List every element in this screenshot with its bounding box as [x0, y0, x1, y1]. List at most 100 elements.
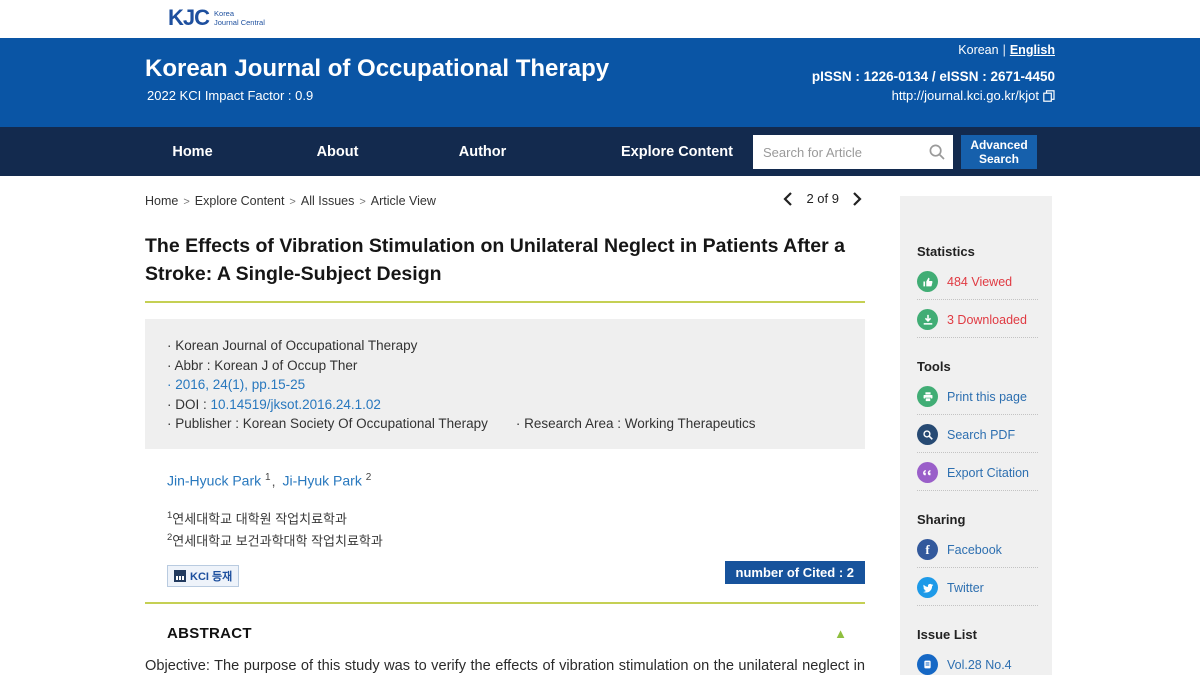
viewed-count-label: 484 Viewed [947, 275, 1012, 289]
downloaded-stat[interactable]: 3 Downloaded [917, 306, 1038, 338]
prev-article-icon[interactable] [783, 192, 793, 206]
affiliation-list: 1연세대학교 대학원 작업치료학과 2연세대학교 보건과학대학 작업치료학과 [145, 506, 865, 551]
article-pager: 2 of 9 [783, 191, 862, 206]
breadcrumb-article-view: Article View [371, 194, 436, 208]
breadcrumb-separator: > [359, 196, 365, 208]
right-sidebar: Statistics 484 Viewed 3 Downloaded Tools [900, 196, 1052, 675]
author-link[interactable]: Ji-Hyuk Park [282, 473, 361, 489]
article-title: The Effects of Vibration Stimulation on … [145, 233, 865, 288]
kci-badge-icon [174, 570, 186, 582]
nav-item-explore-content[interactable]: Explore Content [577, 144, 777, 160]
tools-section: Tools Print this page Search PDF [917, 359, 1052, 491]
page: KJC Korea Journal Central Korean Journal… [0, 0, 1200, 675]
affiliation-text: 연세대학교 보건과학대학 작업치료학과 [172, 533, 383, 548]
nav-item-author[interactable]: Author [410, 144, 555, 160]
issue-list-heading: Issue List [917, 627, 1052, 642]
sharing-heading: Sharing [917, 512, 1052, 527]
journal-icon [917, 654, 938, 675]
affiliation-text: 연세대학교 대학원 작업치료학과 [172, 511, 347, 526]
meta-doi-link[interactable]: 10.14519/jksot.2016.24.1.02 [211, 397, 381, 412]
issue-vol28-no4[interactable]: Vol.28 No.4 [917, 651, 1038, 675]
twitter-icon [917, 577, 938, 598]
badge-row: KCI 등재 number of Cited : 2 [145, 565, 865, 589]
issn-text: pISSN : 1226-0134 / eISSN : 2671-4450 [812, 69, 1055, 84]
pager-label: 2 of 9 [806, 191, 839, 206]
meta-research-area: · Research Area : Working Therapeutics [516, 416, 756, 431]
divider [145, 602, 865, 604]
meta-doi-row: · DOI : 10.14519/jksot.2016.24.1.02 [167, 395, 843, 415]
journal-header: Korean Journal of Occupational Therapy 2… [0, 38, 1200, 127]
kci-badge-label: KCI 등재 [190, 568, 232, 584]
number-of-cited-badge[interactable]: number of Cited : 2 [725, 561, 865, 584]
meta-publisher: · Publisher : Korean Society Of Occupati… [167, 416, 488, 431]
download-icon [917, 309, 938, 330]
kci-listed-badge[interactable]: KCI 등재 [167, 565, 239, 587]
thumbs-up-icon [917, 271, 938, 292]
article-meta-box: · Korean Journal of Occupational Therapy… [145, 319, 865, 449]
lang-separator: | [1003, 43, 1006, 57]
facebook-label: Facebook [947, 543, 1002, 557]
export-citation-label: Export Citation [947, 466, 1029, 480]
search-pdf-icon [917, 424, 938, 445]
issue-label: Vol.28 No.4 [947, 658, 1012, 672]
advanced-search-button[interactable]: Advanced Search [961, 135, 1037, 169]
breadcrumb-all-issues[interactable]: All Issues [301, 194, 355, 208]
author-separator: , [272, 473, 276, 489]
share-facebook[interactable]: f Facebook [917, 536, 1038, 568]
kjc-logo-text: KJC [168, 7, 209, 29]
lang-korean-link[interactable]: Korean [958, 43, 998, 57]
next-article-icon[interactable] [852, 192, 862, 206]
copy-icon[interactable] [1043, 90, 1055, 102]
nav-item-home[interactable]: Home [120, 144, 265, 160]
lang-english-link[interactable]: English [1010, 43, 1055, 57]
language-switch: Korean | English [812, 43, 1055, 57]
issue-list-section: Issue List Vol.28 No.4 Vol.28 No.3 [917, 627, 1052, 675]
kjc-logo-subtext: Korea Journal Central [214, 10, 265, 27]
meta-journal: · Korean Journal of Occupational Therapy [167, 336, 843, 356]
statistics-section: Statistics 484 Viewed 3 Downloaded [917, 244, 1052, 338]
export-citation[interactable]: Export Citation [917, 459, 1038, 491]
breadcrumb-explore-content[interactable]: Explore Content [195, 194, 285, 208]
quote-icon [917, 462, 938, 483]
journal-title: Korean Journal of Occupational Therapy [145, 55, 609, 83]
search-icon[interactable] [928, 143, 946, 161]
breadcrumb-separator: > [289, 196, 295, 208]
breadcrumb-separator: > [183, 196, 189, 208]
breadcrumb: Home > Explore Content > All Issues > Article … [145, 176, 865, 208]
viewed-stat[interactable]: 484 Viewed [917, 268, 1038, 300]
top-bar: KJC Korea Journal Central [0, 0, 1200, 38]
printer-icon [917, 386, 938, 407]
nav-item-about[interactable]: About [265, 144, 410, 160]
search-pdf[interactable]: Search PDF [917, 421, 1038, 453]
abstract-heading: ABSTRACT [167, 625, 252, 642]
meta-issue-link[interactable]: · 2016, 24(1), pp.15-25 [167, 375, 843, 395]
downloaded-count-label: 3 Downloaded [947, 313, 1027, 327]
affiliation-item: 1연세대학교 대학원 작업치료학과 [167, 506, 865, 528]
journal-url-link[interactable]: http://journal.kci.go.kr/kjot [892, 88, 1039, 103]
sharing-section: Sharing f Facebook Twitter [917, 512, 1052, 606]
main-nav: Home About Author Explore Content Advanc… [0, 127, 1200, 176]
author-sup: 1 [265, 472, 271, 483]
print-this-page-label: Print this page [947, 390, 1027, 404]
impact-factor: 2022 KCI Impact Factor : 0.9 [147, 88, 313, 103]
kjc-logo[interactable]: KJC Korea Journal Central [168, 7, 265, 29]
collapse-triangle-icon[interactable]: ▲ [834, 626, 847, 641]
affiliation-item: 2연세대학교 보건과학대학 작업치료학과 [167, 528, 865, 550]
share-twitter[interactable]: Twitter [917, 574, 1038, 606]
author-sup: 2 [366, 472, 372, 483]
tools-heading: Tools [917, 359, 1052, 374]
search-pdf-label: Search PDF [947, 428, 1015, 442]
meta-publisher-row: · Publisher : Korean Society Of Occupati… [167, 414, 843, 434]
statistics-heading: Statistics [917, 244, 1052, 259]
meta-doi-label: · DOI : [167, 397, 211, 412]
author-list: Jin-Hyuck Park 1, Ji-Hyuk Park 2 [145, 472, 865, 489]
abstract-text: Objective: The purpose of this study was… [145, 655, 865, 675]
print-this-page[interactable]: Print this page [917, 383, 1038, 415]
author-link[interactable]: Jin-Hyuck Park [167, 473, 261, 489]
divider [145, 301, 865, 303]
twitter-label: Twitter [947, 581, 984, 595]
article-search-input[interactable] [753, 135, 953, 169]
breadcrumb-home[interactable]: Home [145, 194, 178, 208]
article-main: Home > Explore Content > All Issues > Article … [145, 176, 865, 675]
facebook-icon: f [917, 539, 938, 560]
